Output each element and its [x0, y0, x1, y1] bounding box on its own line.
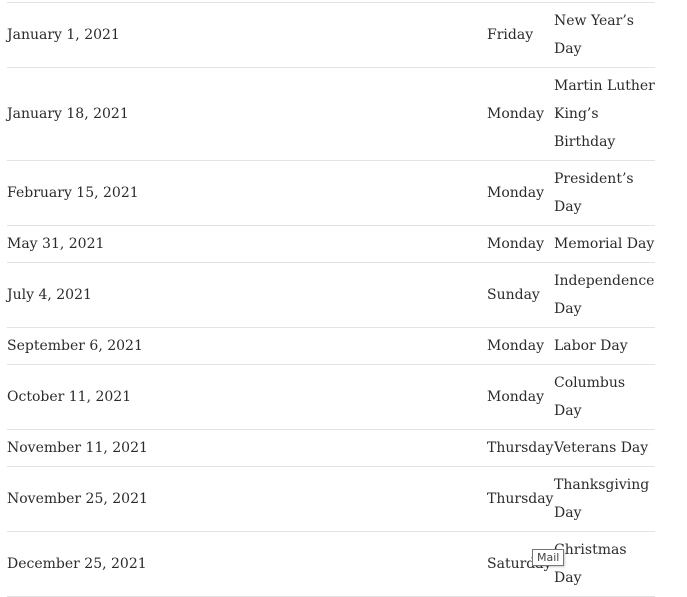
date-cell: November 25, 2021: [7, 491, 148, 507]
date-cell: May 31, 2021: [7, 236, 105, 252]
holiday-name-cell: New Year’s Day: [554, 13, 634, 57]
table-row: February 15, 2021 Monday President’s Day: [7, 161, 655, 226]
day-cell: Monday: [487, 185, 544, 201]
date-cell: July 4, 2021: [7, 287, 92, 303]
mail-tooltip: Mail: [532, 549, 565, 566]
holiday-name-cell: Memorial Day: [554, 236, 655, 252]
table-row: October 11, 2021 Monday Columbus Day: [7, 365, 655, 430]
day-cell: Friday: [487, 27, 534, 43]
day-cell: Thursday: [487, 491, 554, 507]
holiday-table: January 1, 2021 Friday New Year’s Day Janua…: [7, 2, 655, 597]
date-cell: November 11, 2021: [7, 440, 148, 456]
table-row: May 31, 2021 Monday Memorial Day: [7, 226, 655, 263]
date-cell: September 6, 2021: [7, 338, 143, 354]
holiday-name-cell: Labor Day: [554, 338, 628, 354]
day-cell: Monday: [487, 338, 544, 354]
holiday-name-cell: Christmas Day: [554, 542, 627, 586]
holiday-name-cell: Columbus Day: [554, 375, 626, 419]
holiday-name-cell: Martin Luther King’s Birthday: [554, 78, 655, 150]
table-row: January 1, 2021 Friday New Year’s Day: [7, 3, 655, 68]
date-cell: January 18, 2021: [7, 106, 129, 122]
day-cell: Monday: [487, 236, 544, 252]
holiday-name-cell: Thanksgiving Day: [554, 477, 650, 521]
holiday-name-cell: Veterans Day: [554, 440, 649, 456]
holiday-name-cell: Independence Day: [554, 273, 655, 317]
day-cell: Thursday: [487, 440, 554, 456]
table-row: November 25, 2021 Thursday Thanksgiving Da…: [7, 467, 655, 532]
day-cell: Sunday: [487, 287, 540, 303]
table-row: November 11, 2021 Thursday Veterans Day: [7, 430, 655, 467]
day-cell: Monday: [487, 106, 544, 122]
holiday-name-cell: President’s Day: [554, 171, 634, 215]
day-cell: Monday: [487, 389, 544, 405]
date-cell: January 1, 2021: [7, 27, 120, 43]
table-row: January 18, 2021 Monday Martin Luther King…: [7, 68, 655, 161]
table-row: September 6, 2021 Monday Labor Day: [7, 328, 655, 365]
table-row: July 4, 2021 Sunday Independence Day: [7, 263, 655, 328]
date-cell: October 11, 2021: [7, 389, 132, 405]
date-cell: February 15, 2021: [7, 185, 139, 201]
